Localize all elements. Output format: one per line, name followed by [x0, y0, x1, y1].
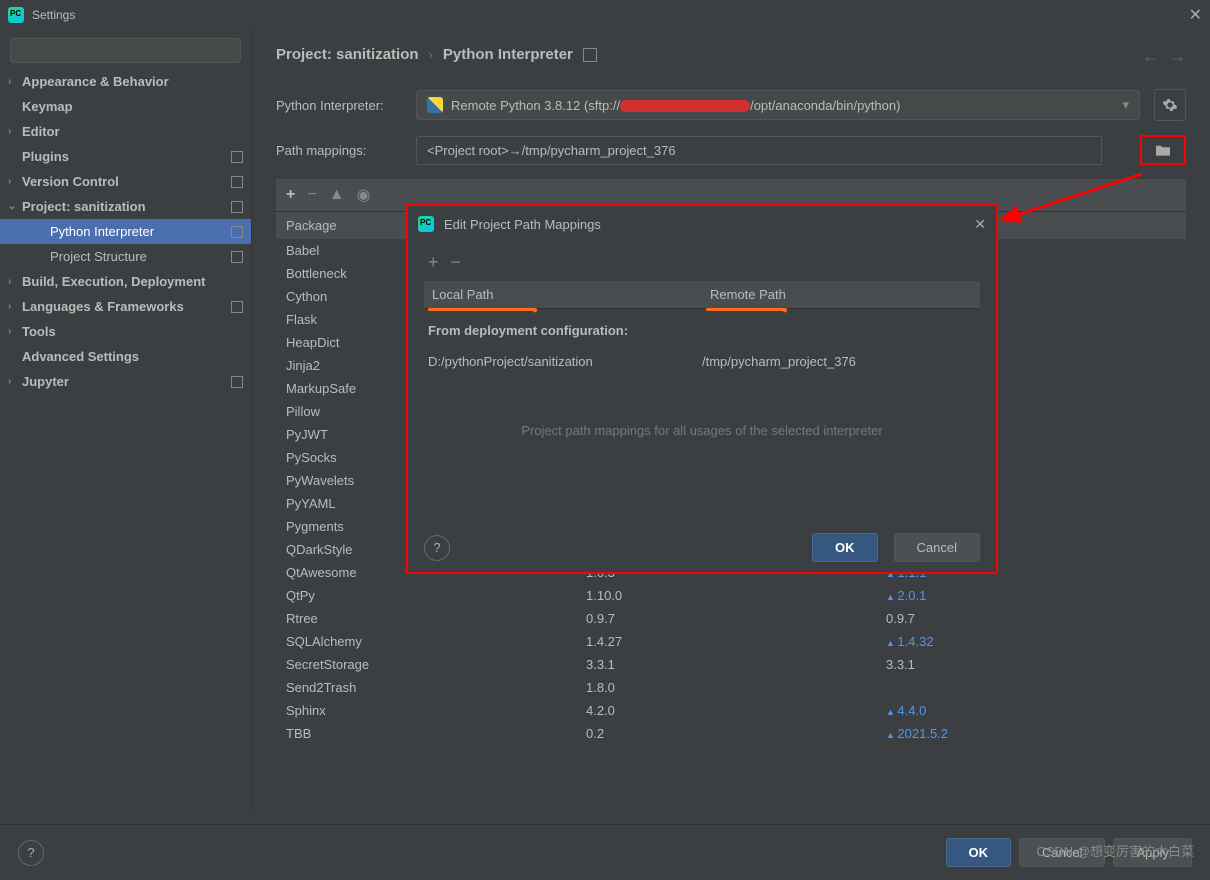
sidebar-item-keymap[interactable]: Keymap	[0, 94, 251, 119]
add-package-button[interactable]: +	[286, 186, 295, 204]
watermark: CSDN @想变厉害的大白菜	[1036, 841, 1194, 860]
breadcrumb: Project: sanitization › Python Interpret…	[276, 46, 1186, 63]
ok-button[interactable]: OK	[946, 838, 1012, 867]
dialog-footer: ? OK Cancel	[408, 523, 996, 572]
app-icon	[418, 216, 434, 232]
app-icon	[8, 7, 24, 23]
mappings-row: Path mappings: <Project root>→/tmp/pycha…	[276, 135, 1186, 165]
sidebar-item-project-sanitization[interactable]: ⌄Project: sanitization	[0, 194, 251, 219]
sidebar-item-jupyter[interactable]: ›Jupyter	[0, 369, 251, 394]
col-remote-path[interactable]: Remote Path	[702, 281, 980, 308]
remove-mapping-button[interactable]: −	[451, 252, 462, 273]
sidebar-item-project-structure[interactable]: Project Structure	[0, 244, 251, 269]
python-icon	[427, 97, 443, 113]
titlebar: Settings ✕	[0, 0, 1210, 30]
dialog-title: Edit Project Path Mappings	[444, 217, 974, 232]
remove-package-button[interactable]: −	[307, 186, 316, 204]
dialog-close-icon[interactable]: ✕	[974, 216, 986, 233]
mappings-value[interactable]: <Project root>→/tmp/pycharm_project_376	[416, 136, 1102, 165]
gear-icon	[1162, 97, 1178, 113]
mapping-local: D:/pythonProject/sanitization	[428, 354, 702, 369]
mappings-label: Path mappings:	[276, 143, 402, 158]
sidebar-item-build-execution-deployment[interactable]: ›Build, Execution, Deployment	[0, 269, 251, 294]
help-button[interactable]: ?	[18, 840, 44, 866]
dialog-titlebar: Edit Project Path Mappings ✕	[408, 206, 996, 242]
gear-button[interactable]	[1154, 89, 1186, 121]
breadcrumb-page: Python Interpreter	[443, 46, 573, 63]
module-icon	[583, 48, 597, 62]
dialog-section-label: From deployment configuration:	[424, 309, 980, 348]
table-row[interactable]: SQLAlchemy1.4.271.4.32	[276, 630, 1186, 653]
edit-path-mappings-dialog: Edit Project Path Mappings ✕ + − Local P…	[406, 204, 998, 574]
settings-tree: ›Appearance & BehaviorKeymap›EditorPlugi…	[0, 69, 251, 810]
table-row[interactable]: SecretStorage3.3.13.3.1	[276, 653, 1186, 676]
dialog-toolbar: + −	[424, 250, 980, 281]
breadcrumb-sep: ›	[429, 47, 433, 62]
dialog-columns: Local Path Remote Path	[424, 281, 980, 309]
sidebar: ›Appearance & BehaviorKeymap›EditorPlugi…	[0, 30, 252, 810]
sidebar-item-plugins[interactable]: Plugins	[0, 144, 251, 169]
sidebar-item-tools[interactable]: ›Tools	[0, 319, 251, 344]
show-early-button[interactable]: ◉	[357, 185, 371, 205]
back-icon[interactable]: ←	[1142, 46, 1160, 67]
sidebar-item-languages-frameworks[interactable]: ›Languages & Frameworks	[0, 294, 251, 319]
table-row[interactable]: Rtree0.9.70.9.7	[276, 607, 1186, 630]
bottom-bar: ? OK Cancel Apply	[0, 824, 1210, 880]
search-input[interactable]	[10, 38, 241, 63]
forward-icon[interactable]: →	[1168, 46, 1186, 67]
sidebar-item-version-control[interactable]: ›Version Control	[0, 169, 251, 194]
table-row[interactable]: Sphinx4.2.04.4.0	[276, 699, 1186, 722]
chevron-down-icon: ▾	[1122, 97, 1129, 113]
interpreter-dropdown[interactable]: Remote Python 3.8.12 (sftp:///opt/anacon…	[416, 90, 1140, 120]
search-box	[10, 38, 241, 63]
interpreter-row: Python Interpreter: Remote Python 3.8.12…	[276, 89, 1186, 121]
table-row[interactable]: Send2Trash1.8.0	[276, 676, 1186, 699]
interpreter-label: Python Interpreter:	[276, 98, 402, 113]
sidebar-item-python-interpreter[interactable]: Python Interpreter	[0, 219, 251, 244]
nav-arrows: ← →	[1142, 46, 1186, 67]
folder-icon	[1154, 143, 1172, 157]
add-mapping-button[interactable]: +	[428, 252, 439, 273]
mapping-remote: /tmp/pycharm_project_376	[702, 354, 976, 369]
help-button[interactable]: ?	[424, 535, 450, 561]
window-title: Settings	[32, 8, 75, 22]
upgrade-package-button[interactable]: ▲	[329, 186, 345, 204]
dialog-cancel-button[interactable]: Cancel	[894, 533, 980, 562]
table-row[interactable]: QtPy1.10.02.0.1	[276, 584, 1186, 607]
sidebar-item-advanced-settings[interactable]: Advanced Settings	[0, 344, 251, 369]
browse-mappings-button[interactable]	[1140, 135, 1186, 165]
sidebar-item-editor[interactable]: ›Editor	[0, 119, 251, 144]
table-row[interactable]: TBB0.22021.5.2	[276, 722, 1186, 745]
close-icon[interactable]: ✕	[1189, 5, 1202, 25]
dialog-ok-button[interactable]: OK	[812, 533, 878, 562]
sidebar-item-appearance-behavior[interactable]: ›Appearance & Behavior	[0, 69, 251, 94]
col-local-path[interactable]: Local Path	[424, 281, 702, 308]
breadcrumb-project[interactable]: Project: sanitization	[276, 46, 419, 63]
redacted-host	[620, 100, 750, 112]
dialog-hint: Project path mappings for all usages of …	[424, 375, 980, 448]
mapping-row[interactable]: D:/pythonProject/sanitization /tmp/pycha…	[424, 348, 980, 375]
interpreter-value: Remote Python 3.8.12 (sftp:///opt/anacon…	[451, 98, 1122, 113]
